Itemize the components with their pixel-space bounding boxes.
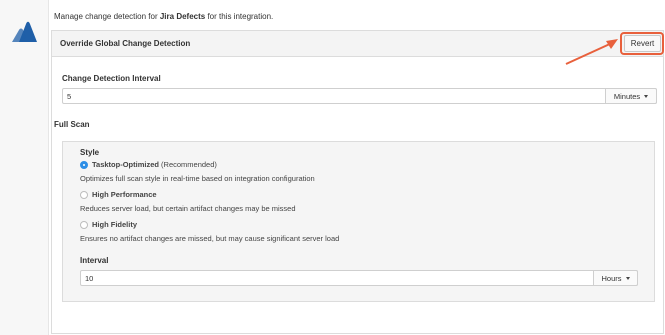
style-label: Style — [80, 148, 100, 157]
full-scan-label: Full Scan — [54, 120, 90, 129]
intro-suffix: for this integration. — [205, 12, 274, 21]
change-interval-input[interactable]: 5 — [67, 92, 71, 101]
chevron-down-icon — [625, 276, 630, 280]
intro-prefix: Manage change detection for — [54, 12, 160, 21]
interval-field: 10 Hours — [80, 270, 638, 286]
option-high-fidelity-desc: Ensures no artifact changes are missed, … — [80, 234, 340, 243]
annotation-arrow-icon — [565, 39, 618, 65]
change-interval-label: Change Detection Interval — [62, 74, 161, 83]
intro-text: Manage change detection for Jira Defects… — [54, 12, 273, 21]
left-sidebar — [0, 0, 49, 335]
panel-title: Override Global Change Detection — [60, 39, 191, 48]
option-high-performance-name: High Performance — [92, 190, 157, 199]
option-tasktop-optimized-name: Tasktop-Optimized — [92, 160, 159, 169]
chevron-down-icon — [644, 94, 649, 98]
interval-input[interactable]: 10 — [85, 274, 93, 283]
revert-button[interactable]: Revert — [624, 35, 661, 52]
interval-label: Interval — [80, 256, 109, 265]
connector-name: Jira Defects — [159, 12, 206, 21]
option-tasktop-optimized-tag: (Recommended) — [158, 160, 217, 169]
option-tasktop-optimized-desc: Optimizes full scan style in real-time b… — [80, 174, 315, 183]
change-interval-unit-label: Minutes — [613, 91, 641, 101]
interval-unit-label: Hours — [601, 273, 622, 283]
radio-high-fidelity[interactable] — [80, 221, 88, 229]
option-tasktop-optimized: Tasktop-Optimized (Recommended) — [92, 160, 217, 169]
atlassian-logo-icon — [12, 21, 37, 42]
option-high-performance-desc: Reduces server load, but certain artifac… — [80, 204, 296, 213]
radio-high-performance[interactable] — [80, 191, 88, 199]
change-interval-unit-dropdown[interactable]: Minutes — [605, 88, 657, 104]
option-high-fidelity-name: High Fidelity — [92, 220, 137, 229]
change-interval-field: 5 Minutes — [62, 88, 657, 104]
interval-unit-dropdown[interactable]: Hours — [593, 270, 638, 286]
radio-tasktop-optimized[interactable] — [80, 161, 88, 169]
